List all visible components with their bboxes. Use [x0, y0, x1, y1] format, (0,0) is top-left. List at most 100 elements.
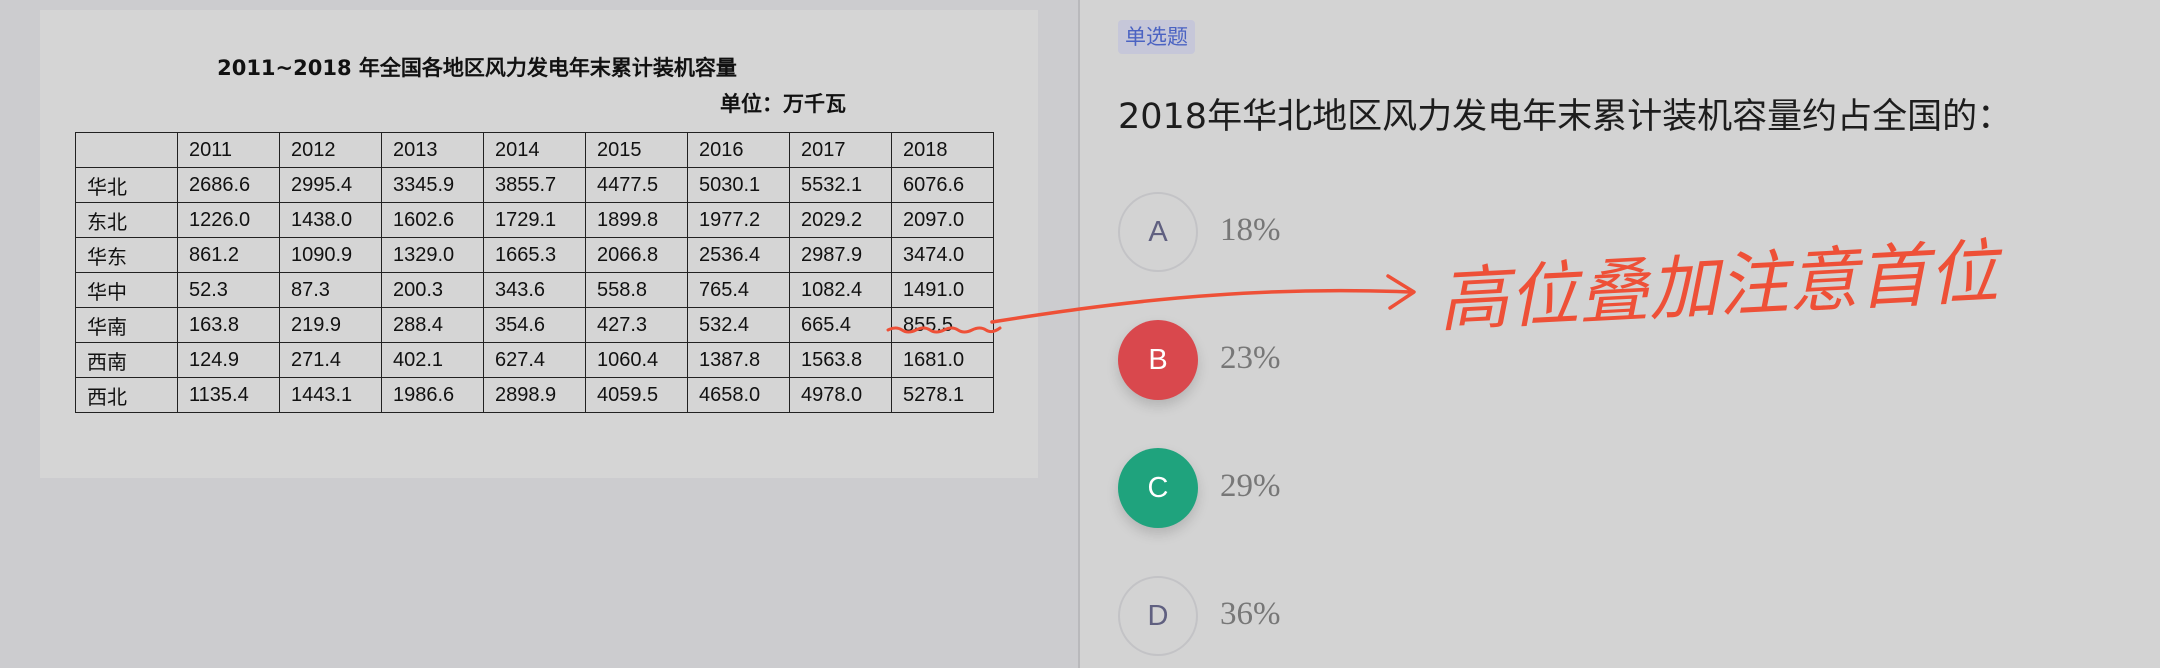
- value-cell: 532.4: [687, 307, 790, 343]
- value-cell: 1060.4: [585, 342, 688, 378]
- left-pane: 2011~2018 年全国各地区风力发电年末累计装机容量 单位：万千瓦 2011…: [0, 0, 1078, 668]
- option-b-letter: B: [1118, 320, 1198, 400]
- option-c-letter: C: [1118, 448, 1198, 528]
- option-d-text: 36%: [1220, 596, 1281, 632]
- table-row: 西南 124.9 271.4 402.1 627.4 1060.4 1387.8 1563.8…: [75, 342, 994, 378]
- right-pane: 单选题 2018年华北地区风力发电年末累计装机容量约占全国的： A 18% B …: [1080, 0, 2160, 668]
- value-cell: 271.4: [279, 342, 382, 378]
- question-type-tag: 单选题: [1118, 20, 1195, 54]
- value-cell: 343.6: [483, 272, 586, 308]
- value-cell: 5532.1: [789, 167, 892, 203]
- value-cell: 4978.0: [789, 377, 892, 413]
- region-cell: 西南: [75, 342, 178, 378]
- value-cell: 665.4: [789, 307, 892, 343]
- table-header-cell: 2013: [381, 132, 484, 168]
- table-header-cell: 2011: [177, 132, 280, 168]
- table-figure: 2011~2018 年全国各地区风力发电年末累计装机容量 单位：万千瓦 2011…: [40, 10, 1038, 478]
- value-cell: 765.4: [687, 272, 790, 308]
- value-cell: 1387.8: [687, 342, 790, 378]
- value-cell: 2686.6: [177, 167, 280, 203]
- value-cell: 52.3: [177, 272, 280, 308]
- value-cell: 163.8: [177, 307, 280, 343]
- value-cell: 219.9: [279, 307, 382, 343]
- table-header-cell: [75, 132, 178, 168]
- value-cell: 402.1: [381, 342, 484, 378]
- value-cell: 861.2: [177, 237, 280, 273]
- option-d[interactable]: D 36%: [1118, 576, 1518, 660]
- option-b-text: 23%: [1220, 340, 1281, 376]
- value-cell: 1681.0: [891, 342, 994, 378]
- table-header-cell: 2018: [891, 132, 994, 168]
- value-cell: 1899.8: [585, 202, 688, 238]
- value-cell: 354.6: [483, 307, 586, 343]
- table-header-cell: 2016: [687, 132, 790, 168]
- value-cell: 1443.1: [279, 377, 382, 413]
- table-title: 2011~2018 年全国各地区风力发电年末累计装机容量: [217, 56, 737, 80]
- value-cell: 2898.9: [483, 377, 586, 413]
- value-cell: 855.5: [891, 307, 994, 343]
- option-a-letter: A: [1118, 192, 1198, 272]
- option-c[interactable]: C 29%: [1118, 448, 1518, 532]
- value-cell: 2536.4: [687, 237, 790, 273]
- value-cell: 1665.3: [483, 237, 586, 273]
- table-row: 华中 52.3 87.3 200.3 343.6 558.8 765.4 1082.4 1491…: [75, 272, 994, 308]
- value-cell: 627.4: [483, 342, 586, 378]
- value-cell: 87.3: [279, 272, 382, 308]
- value-cell: 1438.0: [279, 202, 382, 238]
- value-cell: 4059.5: [585, 377, 688, 413]
- value-cell: 2995.4: [279, 167, 382, 203]
- value-cell: 4658.0: [687, 377, 790, 413]
- value-cell: 200.3: [381, 272, 484, 308]
- table-header-cell: 2015: [585, 132, 688, 168]
- value-cell: 5278.1: [891, 377, 994, 413]
- value-cell: 2066.8: [585, 237, 688, 273]
- option-b[interactable]: B 23%: [1118, 320, 1518, 404]
- table-header-cell: 2014: [483, 132, 586, 168]
- option-a-text: 18%: [1220, 212, 1281, 248]
- value-cell: 1090.9: [279, 237, 382, 273]
- table-row: 华北 2686.6 2995.4 3345.9 3855.7 4477.5 5030.1 55…: [75, 167, 994, 203]
- region-cell: 华东: [75, 237, 178, 273]
- value-cell: 3345.9: [381, 167, 484, 203]
- value-cell: 2029.2: [789, 202, 892, 238]
- value-cell: 6076.6: [891, 167, 994, 203]
- value-cell: 558.8: [585, 272, 688, 308]
- table-row: 华东 861.2 1090.9 1329.0 1665.3 2066.8 2536.4 298…: [75, 237, 994, 273]
- data-table: 2011 2012 2013 2014 2015 2016 2017 2018 华北 2686.6…: [75, 132, 994, 413]
- region-cell: 华南: [75, 307, 178, 343]
- value-cell: 1986.6: [381, 377, 484, 413]
- table-row: 西北 1135.4 1443.1 1986.6 2898.9 4059.5 4658.0 49…: [75, 377, 994, 413]
- value-cell: 3855.7: [483, 167, 586, 203]
- table-header-cell: 2012: [279, 132, 382, 168]
- value-cell: 4477.5: [585, 167, 688, 203]
- question-text: 2018年华北地区风力发电年末累计装机容量约占全国的：: [1118, 97, 2013, 137]
- value-cell: 2097.0: [891, 202, 994, 238]
- value-cell: 1491.0: [891, 272, 994, 308]
- value-cell: 1977.2: [687, 202, 790, 238]
- value-cell: 1563.8: [789, 342, 892, 378]
- table-header-row: 2011 2012 2013 2014 2015 2016 2017 2018: [75, 132, 994, 168]
- value-cell: 1135.4: [177, 377, 280, 413]
- value-cell: 427.3: [585, 307, 688, 343]
- value-cell: 1602.6: [381, 202, 484, 238]
- value-cell: 1226.0: [177, 202, 280, 238]
- value-cell: 288.4: [381, 307, 484, 343]
- region-cell: 华北: [75, 167, 178, 203]
- value-cell: 2987.9: [789, 237, 892, 273]
- value-cell: 124.9: [177, 342, 280, 378]
- option-a[interactable]: A 18%: [1118, 192, 1518, 276]
- option-c-text: 29%: [1220, 468, 1281, 504]
- table-row: 东北 1226.0 1438.0 1602.6 1729.1 1899.8 1977.2 20…: [75, 202, 994, 238]
- region-cell: 西北: [75, 377, 178, 413]
- region-cell: 东北: [75, 202, 178, 238]
- value-cell: 1329.0: [381, 237, 484, 273]
- value-cell: 5030.1: [687, 167, 790, 203]
- table-unit: 单位：万千瓦: [720, 92, 846, 116]
- value-cell: 1082.4: [789, 272, 892, 308]
- table-row: 华南 163.8 219.9 288.4 354.6 427.3 532.4 665.4 855…: [75, 307, 994, 343]
- value-cell: 1729.1: [483, 202, 586, 238]
- option-d-letter: D: [1118, 576, 1198, 656]
- table-header-cell: 2017: [789, 132, 892, 168]
- region-cell: 华中: [75, 272, 178, 308]
- value-cell: 3474.0: [891, 237, 994, 273]
